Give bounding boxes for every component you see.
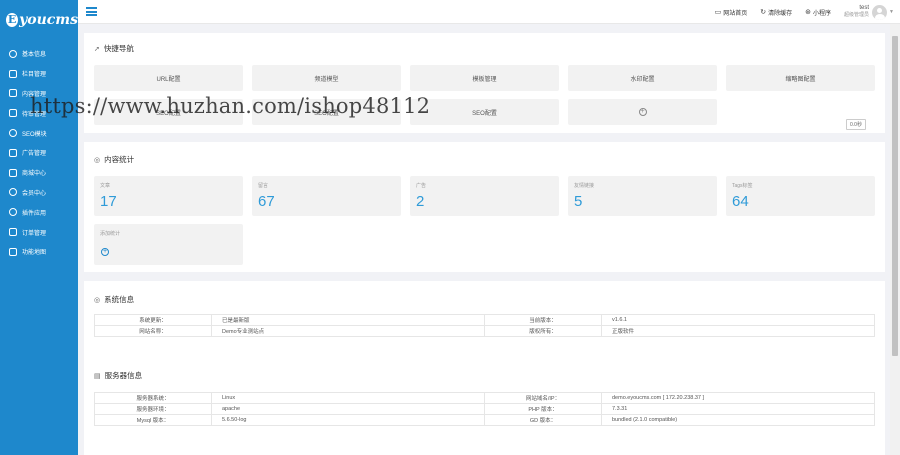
quick-nav-title: ➚ 快捷导航 xyxy=(94,44,134,53)
sidebar-item-label: SEO模块 xyxy=(22,131,47,138)
sidebar-item-ads[interactable]: 广告管理 xyxy=(0,143,78,163)
server-info-title: ▤ 服务器信息 xyxy=(94,371,143,380)
plus-icon: + xyxy=(101,248,109,256)
quick-tile-add[interactable]: + xyxy=(568,99,717,125)
stat-value: 67 xyxy=(258,193,275,210)
sidebar-item-label: 插件应用 xyxy=(22,210,47,217)
avatar[interactable] xyxy=(872,4,888,20)
refresh-icon: ↻ xyxy=(760,9,767,16)
system-info-title: ◎ 系统信息 xyxy=(94,295,135,304)
quick-tile-thumbnail[interactable]: 缩略图配置 xyxy=(726,65,875,91)
user-menu[interactable]: test 超级管理员 ▼ xyxy=(844,4,894,20)
sidebar-item-label: 待审管理 xyxy=(22,111,47,118)
logo-text: youcms xyxy=(19,12,78,28)
gear-icon xyxy=(9,49,17,58)
grid-icon xyxy=(9,247,17,256)
sidebar-item-columns[interactable]: 栏目管理 xyxy=(0,64,78,84)
order-icon xyxy=(9,228,17,237)
content-stats-panel: ◎ 内容统计 文章 17 留言 67 广告 2 友情链接 5 Tags标签 64 添加统计 + xyxy=(84,142,885,272)
plus-icon: + xyxy=(638,108,647,116)
stat-value: 5 xyxy=(574,193,583,210)
sidebar-item-label: 广告管理 xyxy=(22,151,47,158)
system-info-panel: ◎ 系统信息 系统更新： 已是最新版 当前版本： v1.6.1 网站名称： Dem… xyxy=(84,281,885,455)
logo-mark: E xyxy=(6,13,19,27)
mini-program-link[interactable]: ⊛ 小程序 xyxy=(805,8,831,17)
clear-cache-link[interactable]: ↻ 清除缓存 xyxy=(760,8,792,17)
home-link-label: 网站首页 xyxy=(723,10,748,17)
sidebar-item-shop[interactable]: 商城中心 xyxy=(0,163,78,183)
quick-tile-channel-model[interactable]: 频道模型 xyxy=(252,65,401,91)
sidebar: Eyoucms 基本信息 栏目管理 内容管理 待审管理 SEO模块 广告管理 商… xyxy=(0,0,78,455)
sidebar-item-plugins[interactable]: 插件应用 xyxy=(0,202,78,222)
logo[interactable]: Eyoucms xyxy=(0,0,78,40)
layers-icon xyxy=(9,69,17,78)
stat-value: 64 xyxy=(732,193,749,210)
system-info-table: 系统更新： 已是最新版 当前版本： v1.6.1 网站名称： Demo专业测站点… xyxy=(94,314,875,337)
sidebar-menu: 基本信息 栏目管理 内容管理 待审管理 SEO模块 广告管理 商城中心 会员中心… xyxy=(0,44,78,262)
sidebar-item-content[interactable]: 内容管理 xyxy=(0,84,78,104)
sidebar-item-label: 订单管理 xyxy=(22,230,47,237)
stat-card-ads[interactable]: 广告 2 xyxy=(410,176,559,216)
table-row: 服务器环境： apache PHP 版本： 7.3.31 xyxy=(94,403,875,415)
topbar-links: ▭ 网站首页 ↻ 清除缓存 ⊛ 小程序 test 超级管理员 ▼ xyxy=(715,0,894,24)
mini-program-label: 小程序 xyxy=(813,10,832,17)
settings-icon: ◎ xyxy=(94,296,101,304)
stat-card-tags[interactable]: Tags标签 64 xyxy=(726,176,875,216)
menu-toggle-icon[interactable] xyxy=(86,7,97,16)
sidebar-item-basic-info[interactable]: 基本信息 xyxy=(0,44,78,64)
chevron-down-icon[interactable]: ▼ xyxy=(889,9,894,15)
monitor-icon: ▭ xyxy=(714,9,722,16)
user-icon xyxy=(9,188,17,197)
timing-badge: 0.0秒 xyxy=(846,119,866,130)
quick-nav-panel: ➚ 快捷导航 URL配置 频道模型 模板管理 水印配置 缩略图配置 SEO配置 S… xyxy=(84,33,885,133)
scrollbar-thumb[interactable] xyxy=(892,36,898,356)
miniapp-icon: ⊛ xyxy=(805,9,812,16)
quick-tile-templates[interactable]: 模板管理 xyxy=(410,65,559,91)
stat-value: 17 xyxy=(100,193,117,210)
sidebar-item-label: 商城中心 xyxy=(22,171,47,178)
stat-card-add[interactable]: 添加统计 + xyxy=(94,224,243,265)
quick-tile-seo-3[interactable]: SEO配置 xyxy=(410,99,559,125)
document-icon xyxy=(9,89,17,98)
plugin-icon xyxy=(9,208,17,217)
quick-tile-seo-1[interactable]: SEO配置 xyxy=(94,99,243,125)
sidebar-item-label: 功能地图 xyxy=(22,250,47,257)
topbar: ▭ 网站首页 ↻ 清除缓存 ⊛ 小程序 test 超级管理员 ▼ xyxy=(78,0,900,24)
table-row: 服务器系统： Linux 网站域名/IP： demo.eyoucms.com [… xyxy=(94,392,875,404)
user-role: 超级管理员 xyxy=(844,12,870,18)
stat-card-articles[interactable]: 文章 17 xyxy=(94,176,243,216)
server-icon: ▤ xyxy=(94,372,101,380)
send-icon: ➚ xyxy=(94,45,100,53)
server-info-table: 服务器系统： Linux 网站域名/IP： demo.eyoucms.com [… xyxy=(94,392,875,426)
table-row: 网站名称： Demo专业测站点 版权所有： 正版软件 xyxy=(94,325,875,337)
sidebar-item-review[interactable]: 待审管理 xyxy=(0,103,78,123)
table-row: 系统更新： 已是最新版 当前版本： v1.6.1 xyxy=(94,314,875,326)
content-stats-title: ◎ 内容统计 xyxy=(94,155,135,164)
stats-icon: ◎ xyxy=(94,156,101,164)
sidebar-item-label: 内容管理 xyxy=(22,91,47,98)
list-icon xyxy=(9,109,17,118)
sidebar-item-label: 会员中心 xyxy=(22,190,47,197)
sidebar-item-label: 栏目管理 xyxy=(22,72,47,79)
table-row: Mysql 版本： 5.6.50-log GD 版本： bundled (2.1… xyxy=(94,414,875,426)
user-name: test xyxy=(859,5,870,11)
stat-value: 2 xyxy=(416,193,425,210)
home-link[interactable]: ▭ 网站首页 xyxy=(715,8,748,17)
quick-tile-seo-2[interactable]: SEO配置 xyxy=(252,99,401,125)
sidebar-item-label: 基本信息 xyxy=(22,52,47,59)
quick-tile-watermark[interactable]: 水印配置 xyxy=(568,65,717,91)
globe-icon xyxy=(9,129,17,138)
quick-tile-url[interactable]: URL配置 xyxy=(94,65,243,91)
sidebar-item-members[interactable]: 会员中心 xyxy=(0,183,78,203)
image-icon xyxy=(9,148,17,157)
clear-cache-label: 清除缓存 xyxy=(768,10,793,17)
cart-icon xyxy=(9,168,17,177)
sidebar-item-function-map[interactable]: 功能地图 xyxy=(0,242,78,262)
stat-card-messages[interactable]: 留言 67 xyxy=(252,176,401,216)
sidebar-item-orders[interactable]: 订单管理 xyxy=(0,222,78,242)
stat-card-links[interactable]: 友情链接 5 xyxy=(568,176,717,216)
sidebar-item-seo[interactable]: SEO模块 xyxy=(0,123,78,143)
